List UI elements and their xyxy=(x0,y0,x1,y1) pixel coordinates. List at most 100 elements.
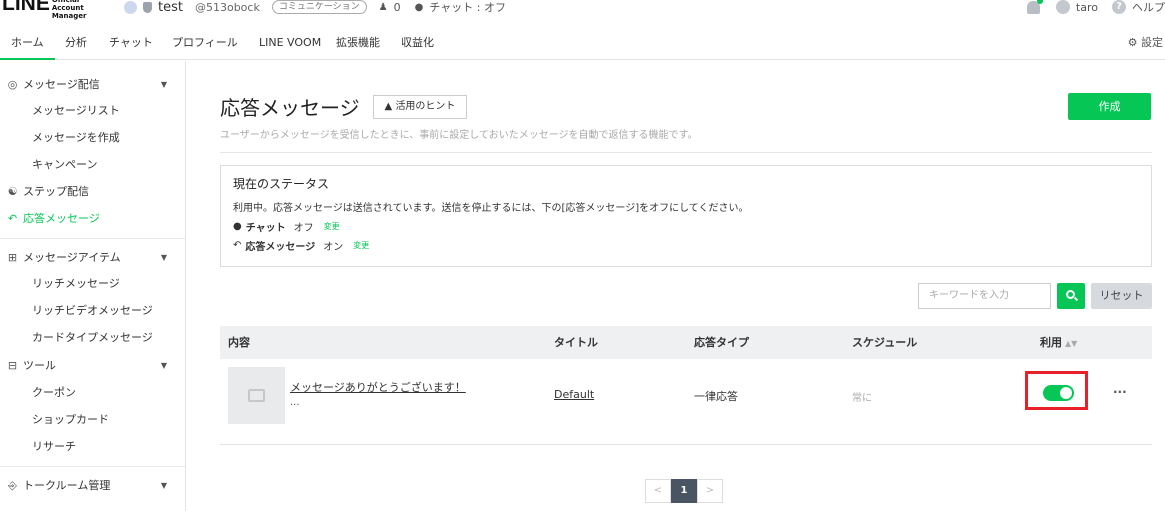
next-page-button[interactable]: > xyxy=(697,479,723,503)
more-options-button[interactable]: ··· xyxy=(1113,385,1127,399)
chat-status-label: チャット xyxy=(245,223,286,234)
hints-button[interactable]: ▲ 活用のヒント xyxy=(373,95,467,119)
sidebar-item-shop-card[interactable]: ショップカード xyxy=(0,410,185,430)
sidebar-item-auto-response[interactable]: ↶ 応答メッセージ xyxy=(0,209,185,229)
sidebar-item-label: 応答メッセージ xyxy=(23,212,100,225)
user-avatar-icon[interactable] xyxy=(1055,0,1070,14)
tab-extensions[interactable]: 拡張機能 xyxy=(336,30,380,60)
sidebar-item-message-list[interactable]: メッセージリスト xyxy=(0,101,185,121)
tab-analytics[interactable]: 分析 xyxy=(65,30,87,60)
page-description: ユーザーからメッセージを受信したときに、事前に設定しておいたメッセージを自動で返… xyxy=(220,130,698,141)
user-name[interactable]: taro xyxy=(1076,1,1098,14)
sidebar-group-talkroom[interactable]: ⎆ トークルーム管理 ▼ xyxy=(0,476,185,496)
account-name[interactable]: test xyxy=(158,0,183,15)
use-toggle[interactable] xyxy=(1043,385,1074,401)
graduation-cap-icon: ▲ xyxy=(384,101,393,112)
sidebar-item-campaign[interactable]: キャンペーン xyxy=(0,155,185,175)
sidebar-group-label: メッセージアイテム xyxy=(23,251,121,264)
app-root: LINE Official Account Manager test @513o… xyxy=(0,0,1165,511)
sidebar-item-card-type[interactable]: カードタイプメッセージ xyxy=(0,328,185,348)
search-button[interactable] xyxy=(1057,283,1085,309)
chat-bubble-icon: ● xyxy=(414,1,424,13)
table-header: 内容 タイトル 応答タイプ スケジュール 利用 ▲▼ xyxy=(220,326,1152,359)
sort-icon: ▲▼ xyxy=(1065,339,1078,348)
pagination: < 1 > xyxy=(645,479,723,503)
user-area: taro ? ヘルプ xyxy=(1026,0,1165,15)
top-bar: LINE Official Account Manager test @513o… xyxy=(0,0,1165,26)
sidebar-item-coupon[interactable]: クーポン xyxy=(0,383,185,403)
broadcast-icon: ◎ xyxy=(7,78,18,91)
tab-profile[interactable]: プロフィール xyxy=(172,30,238,60)
sidebar-group-tools[interactable]: ⊟ ツール ▼ xyxy=(0,356,185,376)
message-link[interactable]: メッセージありがとうございます！ xyxy=(290,379,466,395)
sidebar-group-message-items[interactable]: ⊞ メッセージアイテム ▼ xyxy=(0,248,185,268)
divider xyxy=(220,152,1152,153)
reply-icon: ↶ xyxy=(233,240,242,251)
page-1-button[interactable]: 1 xyxy=(671,479,697,503)
notification-bell-icon[interactable] xyxy=(1026,0,1043,14)
settings-link[interactable]: ⚙ 設定 xyxy=(1128,30,1163,56)
sidebar-item-rich-video[interactable]: リッチビデオメッセージ xyxy=(0,301,185,321)
account-avatar[interactable] xyxy=(124,0,137,14)
chat-change-link[interactable]: 変更 xyxy=(324,221,340,232)
sidebar-item-create-message[interactable]: メッセージを作成 xyxy=(0,128,185,148)
status-title: 現在のステータス xyxy=(233,177,330,191)
main-content: 応答メッセージ ▲ 活用のヒント 作成 ユーザーからメッセージを受信したときに、… xyxy=(187,61,1165,511)
sidebar-item-label: ステップ配信 xyxy=(23,185,89,198)
sidebar: ◎ メッセージ配信 ▼ メッセージリスト メッセージを作成 キャンペーン ☯ ステッ… xyxy=(0,61,186,511)
table-row: メッセージありがとうございます！ ... Default 一律応答 常に ··· xyxy=(220,359,1152,445)
create-button[interactable]: 作成 xyxy=(1068,93,1151,120)
response-status-value: オン xyxy=(323,242,344,253)
tab-line-voom[interactable]: LINE VOOM xyxy=(259,30,321,60)
plus-box-icon: ⊞ xyxy=(7,251,18,264)
logo-text: LINE xyxy=(2,0,50,15)
tab-chat[interactable]: チャット xyxy=(109,30,153,60)
sidebar-divider xyxy=(0,466,185,467)
response-status-label: 応答メッセージ xyxy=(245,242,316,253)
account-type-badge: コミュニケーション xyxy=(271,0,367,14)
column-header-use-label: 利用 xyxy=(1040,336,1062,349)
chat-status[interactable]: チャット : オフ xyxy=(429,0,506,15)
chevron-down-icon: ▼ xyxy=(160,80,167,89)
reset-button[interactable]: リセット xyxy=(1091,283,1152,309)
column-header-use[interactable]: 利用 ▲▼ xyxy=(1040,326,1077,359)
highlight-frame xyxy=(1025,371,1088,410)
line-logo[interactable]: LINE Official Account Manager xyxy=(2,0,112,20)
response-change-link[interactable]: 変更 xyxy=(353,240,369,251)
column-header-content: 内容 xyxy=(228,336,250,349)
column-header-schedule: スケジュール xyxy=(852,336,918,349)
title-link[interactable]: Default xyxy=(554,388,594,401)
settings-label: 設定 xyxy=(1141,36,1163,49)
sidebar-group-label: メッセージ配信 xyxy=(23,78,100,91)
chevron-down-icon: ▼ xyxy=(160,481,167,490)
gear-icon: ⚙ xyxy=(1127,36,1138,49)
chevron-down-icon: ▼ xyxy=(160,361,167,370)
help-icon[interactable]: ? xyxy=(1112,0,1126,14)
sidebar-divider xyxy=(0,238,185,239)
chevron-down-icon: ▼ xyxy=(160,253,167,262)
account-info: test @513obock コミュニケーション ♟ 0 ● チャット : オフ xyxy=(124,0,506,15)
chat-status-row: ● チャット オフ 変更 xyxy=(233,219,340,234)
hints-label: 活用のヒント xyxy=(395,101,456,112)
chat-bubble-icon: ● xyxy=(233,221,242,232)
sidebar-group-label: ツール xyxy=(23,359,56,372)
reply-icon: ↶ xyxy=(7,212,18,225)
sidebar-group-messaging[interactable]: ◎ メッセージ配信 ▼ xyxy=(0,75,185,95)
page-title: 応答メッセージ xyxy=(220,96,360,120)
sidebar-group-label: トークルーム管理 xyxy=(23,479,111,492)
status-panel: 現在のステータス 利用中。応答メッセージは送信されています。送信を停止するには、… xyxy=(220,165,1152,267)
response-status-row: ↶ 応答メッセージ オン 変更 xyxy=(233,238,369,253)
sidebar-item-rich-message[interactable]: リッチメッセージ xyxy=(0,274,185,294)
column-header-response-type: 応答タイプ xyxy=(694,336,749,349)
help-link[interactable]: ヘルプ xyxy=(1132,0,1165,15)
person-icon: ♟ xyxy=(378,1,388,13)
sidebar-item-step-delivery[interactable]: ☯ ステップ配信 xyxy=(0,182,185,202)
tab-monetization[interactable]: 収益化 xyxy=(401,30,434,60)
logo-subtitle: Official Account Manager xyxy=(51,0,87,20)
shop-icon: ⊟ xyxy=(7,359,18,372)
sidebar-item-research[interactable]: リサーチ xyxy=(0,437,185,457)
schedule-cell: 常に xyxy=(852,393,872,404)
keyword-search-input[interactable]: キーワードを入力 xyxy=(918,283,1051,309)
prev-page-button[interactable]: < xyxy=(645,479,671,503)
tab-home[interactable]: ホーム xyxy=(0,30,55,60)
